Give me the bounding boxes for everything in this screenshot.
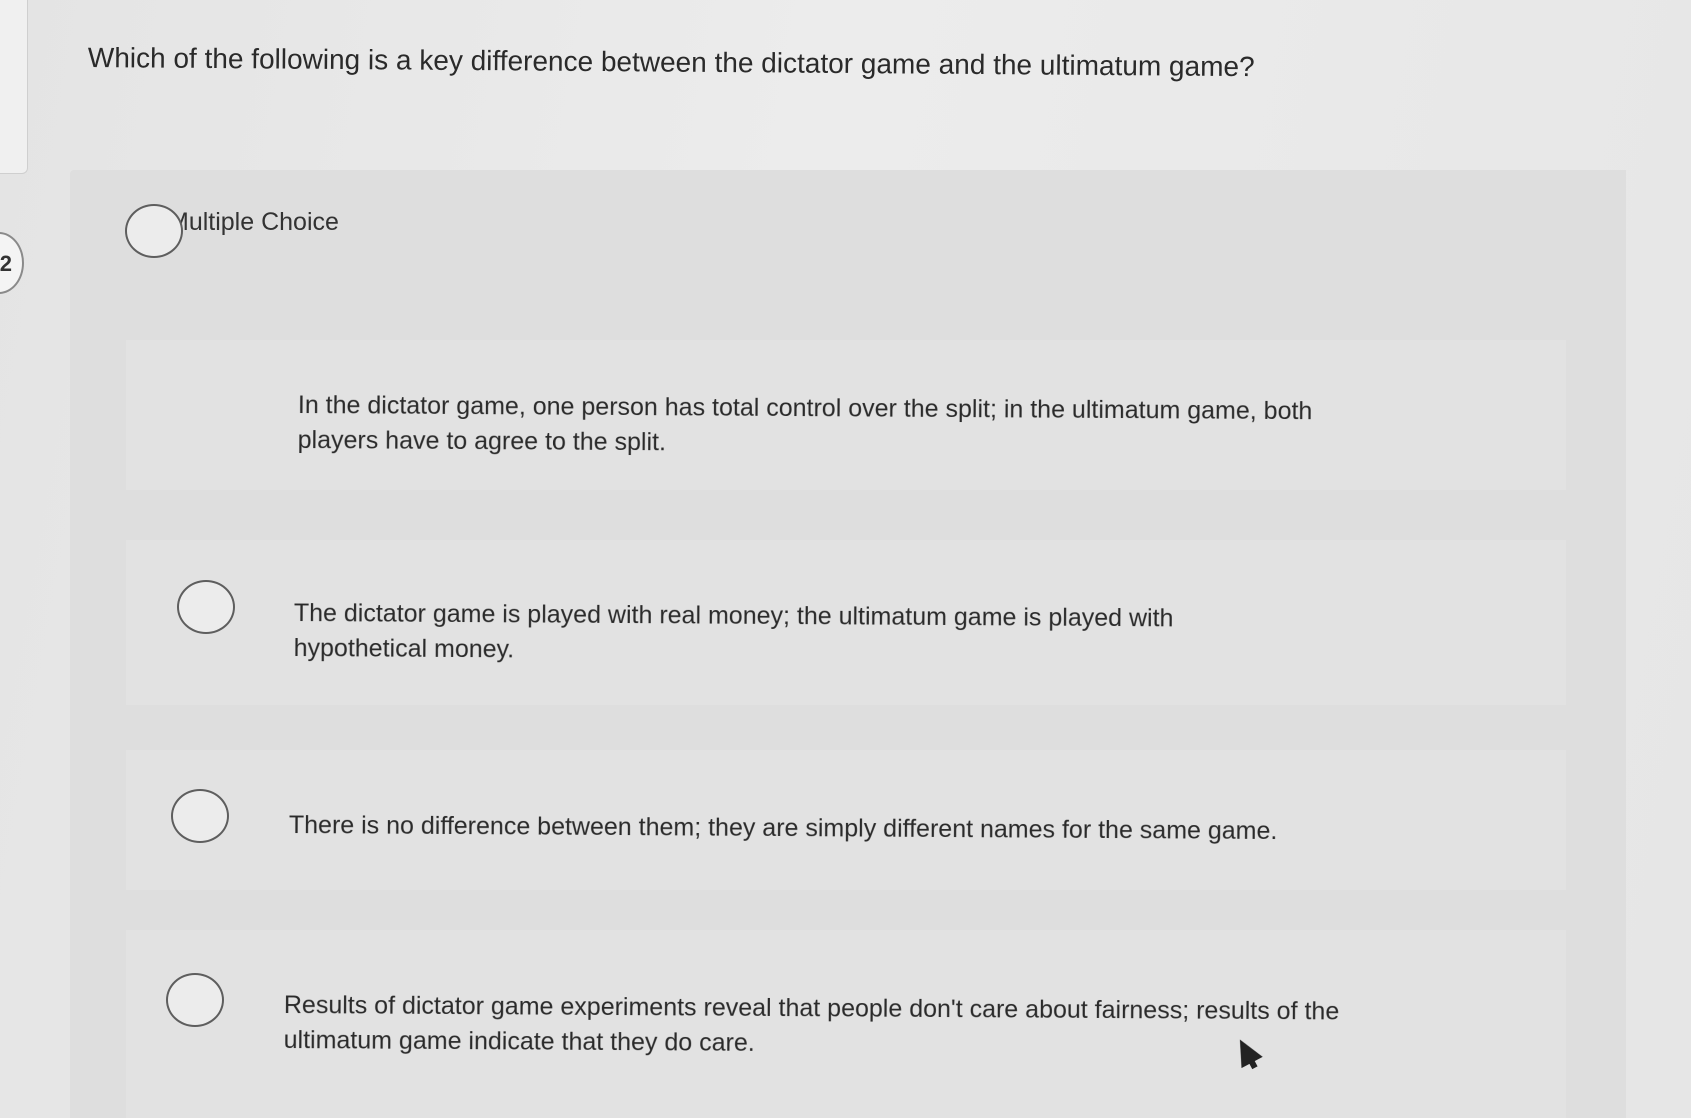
question-prompt: Which of the following is a key differen…	[87, 41, 1255, 83]
question-number-badge[interactable]: 2	[0, 232, 24, 294]
answer-option-text: The dictator game is played with real mo…	[293, 598, 1174, 664]
answer-option-2[interactable]: The dictator game is played with real mo…	[126, 540, 1566, 705]
radio-circle-icon[interactable]	[166, 973, 224, 1027]
side-tab[interactable]	[0, 0, 28, 174]
answer-option-4[interactable]: Results of dictator game experiments rev…	[126, 930, 1566, 1118]
radio-circle-icon[interactable]	[177, 580, 235, 634]
radio-circle-icon[interactable]	[171, 789, 229, 843]
answer-option-3[interactable]: There is no difference between them; the…	[126, 750, 1566, 890]
radio-circle-icon[interactable]	[125, 204, 183, 258]
multiple-choice-panel: Multiple Choice In the dictator game, on…	[70, 170, 1626, 1118]
answer-option-text: In the dictator game, one person has tot…	[297, 390, 1313, 457]
answer-option-1[interactable]: In the dictator game, one person has tot…	[125, 204, 1566, 490]
answer-option-text: There is no difference between them; the…	[288, 810, 1278, 846]
question-number: 2	[0, 251, 12, 276]
multiple-choice-label: Multiple Choice	[168, 208, 339, 236]
quiz-page: 2 Which of the following is a key differ…	[0, 0, 1691, 1118]
